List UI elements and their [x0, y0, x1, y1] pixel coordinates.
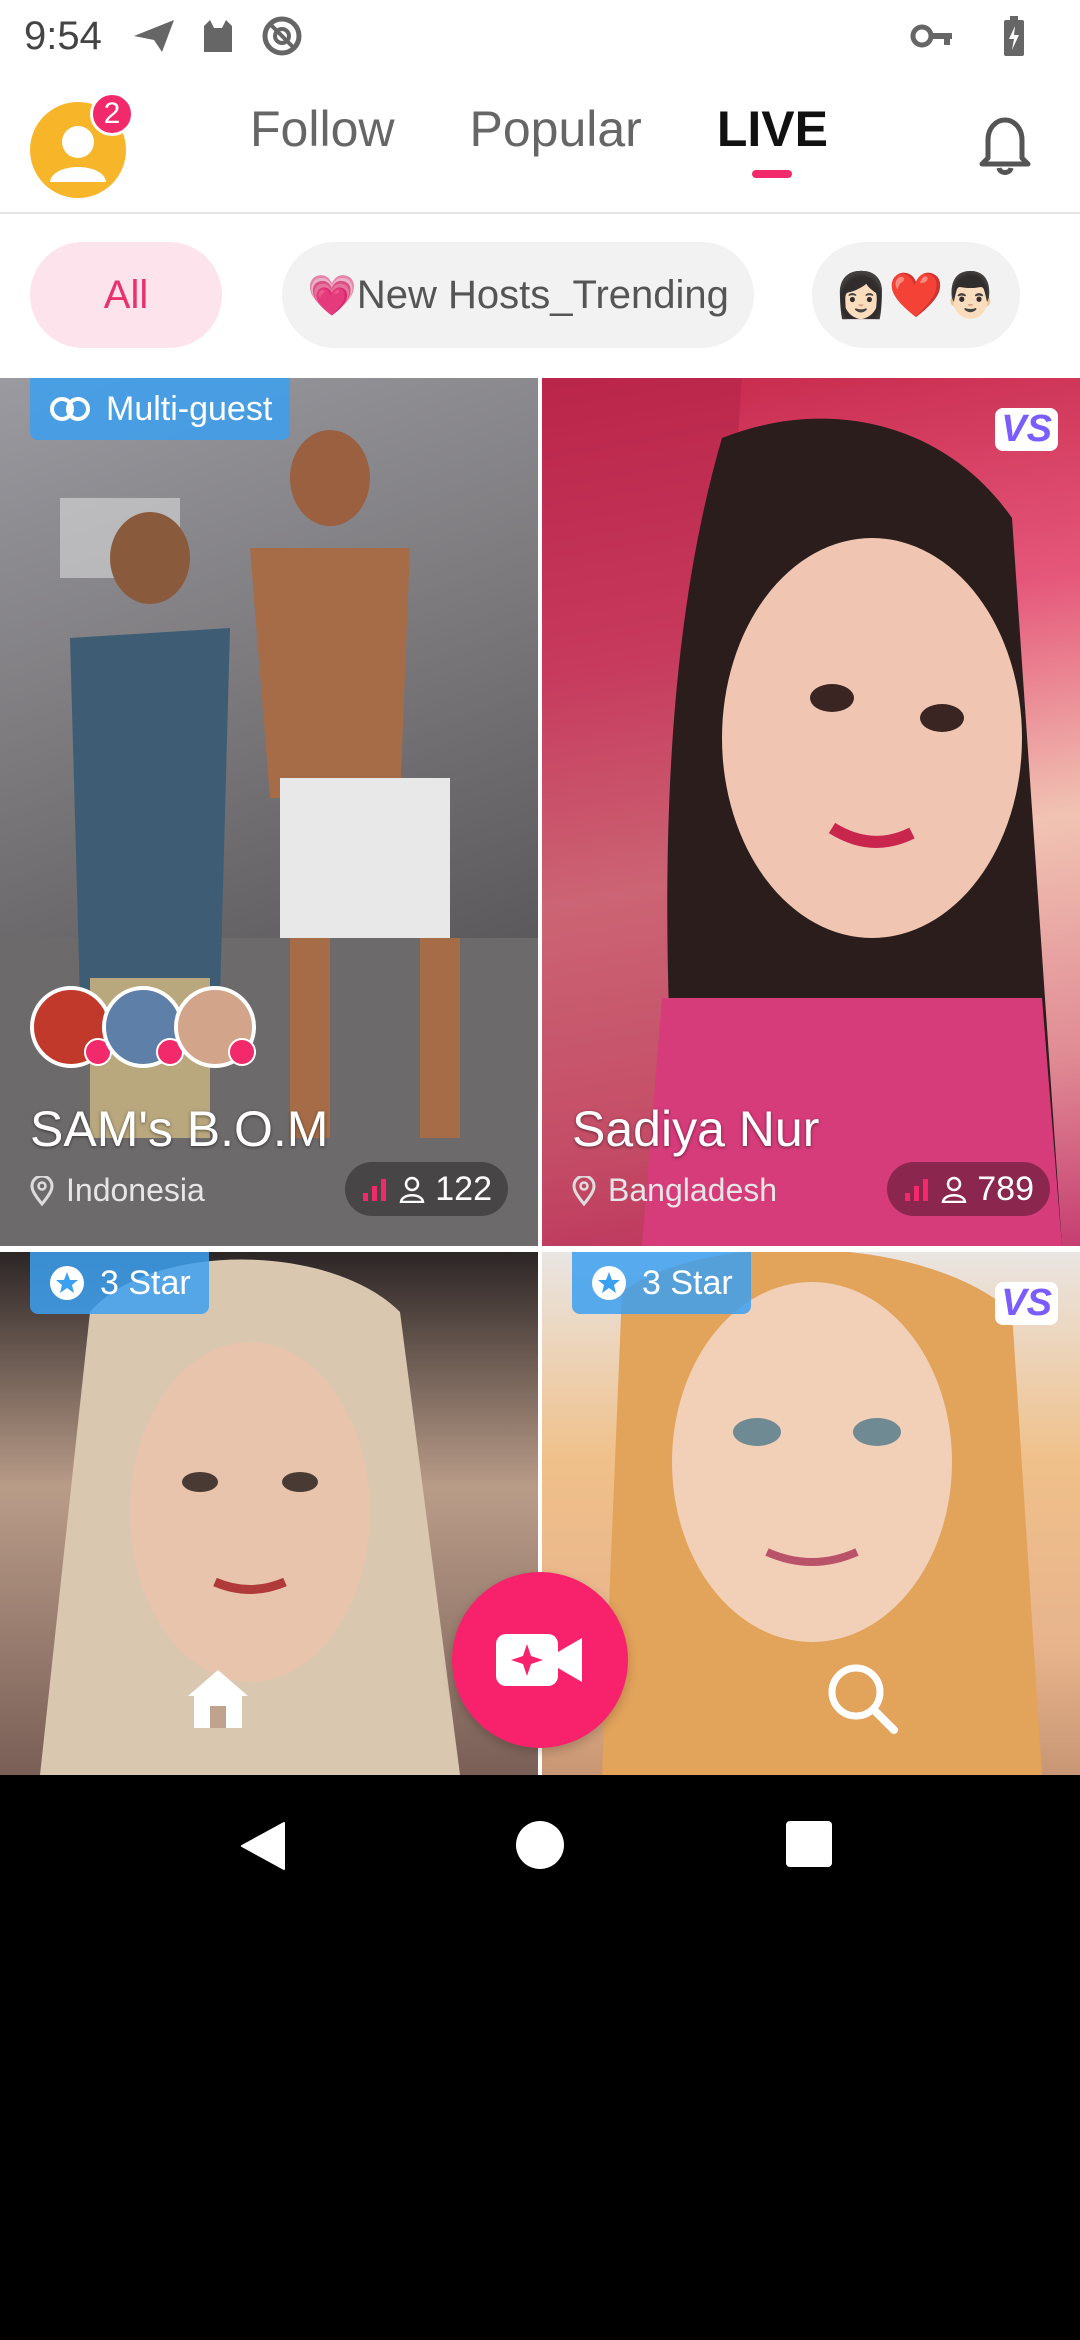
- go-live-button[interactable]: [452, 1572, 628, 1748]
- battery-icon: [992, 14, 1036, 58]
- guest-avatar: [102, 986, 184, 1068]
- video-camera-icon: [496, 1634, 582, 1686]
- person-icon: [399, 1176, 425, 1203]
- star-level-label: 3 Star: [100, 1263, 191, 1302]
- chip-couples[interactable]: 👩🏻❤️👨🏻: [812, 242, 1020, 348]
- recent-apps-icon[interactable]: [786, 1821, 832, 1867]
- live-grid: Multi-guest SAM's B.O.M Indonesia 122 VS…: [0, 378, 1080, 1775]
- chip-all[interactable]: All: [30, 242, 222, 348]
- search-icon[interactable]: [824, 1660, 900, 1736]
- status-bar: 9:54: [0, 0, 1080, 72]
- vs-badge: VS: [995, 408, 1058, 451]
- tab-live[interactable]: LIVE: [717, 100, 828, 178]
- viewer-count: 122: [345, 1162, 508, 1216]
- live-card[interactable]: Multi-guest SAM's B.O.M Indonesia 122: [0, 378, 538, 1246]
- guest-avatars: [30, 986, 256, 1068]
- location-pin-icon: [572, 1175, 596, 1206]
- guest-avatar: [30, 986, 112, 1068]
- host-name: SAM's B.O.M: [30, 1101, 329, 1157]
- chip-new-hosts-trending[interactable]: 💗 New Hosts_Trending: [282, 242, 754, 348]
- filter-chips: All 💗 New Hosts_Trending 👩🏻❤️👨🏻: [0, 216, 1080, 378]
- system-navigation-bar: [0, 1775, 1080, 1925]
- signal-bars-icon: [905, 1179, 929, 1201]
- bell-icon[interactable]: [970, 108, 1040, 178]
- top-header: 2 Follow Popular LIVE: [0, 72, 1080, 214]
- mic-icon: [228, 1038, 256, 1066]
- person-icon: [941, 1176, 967, 1203]
- feed-tabs: Follow Popular LIVE: [250, 100, 828, 178]
- signal-bars-icon: [363, 1179, 387, 1201]
- location-pin-icon: [30, 1175, 54, 1206]
- link-icon: [48, 394, 92, 424]
- key-icon: [910, 14, 954, 58]
- home-icon[interactable]: [180, 1660, 256, 1736]
- vs-badge: VS: [995, 1282, 1058, 1325]
- multi-guest-label: Multi-guest: [106, 389, 273, 428]
- live-card[interactable]: VS Sadiya Nur Bangladesh 789: [542, 378, 1080, 1246]
- status-time: 9:54: [24, 13, 102, 58]
- live-card[interactable]: 3 Star: [0, 1252, 538, 1775]
- back-icon[interactable]: [240, 1821, 286, 1876]
- tab-popular[interactable]: Popular: [469, 100, 641, 178]
- star-level-tag: 3 Star: [572, 1252, 751, 1314]
- status-right: [910, 14, 1056, 58]
- home-circle-icon[interactable]: [516, 1821, 564, 1869]
- heart-emoji: 💗: [307, 273, 357, 318]
- stream-thumbnail: [40, 1259, 460, 1775]
- star-icon: [48, 1264, 86, 1302]
- location-text: Indonesia: [66, 1172, 205, 1208]
- viewer-count: 789: [887, 1162, 1050, 1216]
- viewer-count-value: 789: [977, 1169, 1034, 1208]
- notification-count-badge: 2: [90, 92, 134, 136]
- send-icon: [132, 14, 176, 58]
- star-level-label: 3 Star: [642, 1263, 733, 1302]
- guest-avatar: [174, 986, 256, 1068]
- live-card[interactable]: 3 Star VS: [542, 1252, 1080, 1775]
- host-location: Indonesia: [30, 1172, 205, 1209]
- live-feed-screen: 9:54 2 Follow Popular LIVE All 💗 New Hos…: [0, 0, 1080, 1775]
- multi-guest-tag: Multi-guest: [30, 378, 291, 440]
- star-icon: [590, 1264, 628, 1302]
- host-location: Bangladesh: [572, 1172, 777, 1209]
- no-disturb-icon: [260, 14, 304, 58]
- location-text: Bangladesh: [608, 1172, 778, 1208]
- viewer-count-value: 122: [435, 1169, 492, 1208]
- tab-follow[interactable]: Follow: [250, 100, 394, 178]
- host-name: Sadiya Nur: [572, 1101, 820, 1157]
- cat-icon: [196, 14, 240, 58]
- stream-thumbnail: [602, 1252, 1042, 1775]
- chip-trending-label: New Hosts_Trending: [356, 272, 729, 317]
- star-level-tag: 3 Star: [30, 1252, 209, 1314]
